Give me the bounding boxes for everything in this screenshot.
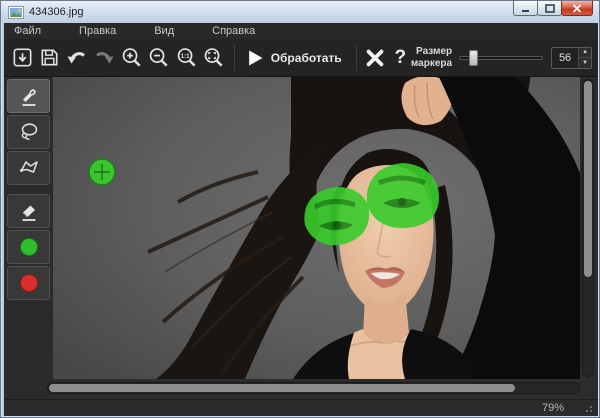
zoom-out-icon	[147, 46, 170, 69]
close-button[interactable]	[561, 1, 593, 16]
red-color-button[interactable]	[7, 266, 50, 300]
zoom-level: 79%	[542, 402, 564, 414]
toolbar: 1:1 Обработать ? Размер	[4, 39, 598, 77]
content-area	[4, 77, 598, 399]
cancel-x-icon	[364, 47, 386, 69]
horizontal-scrollbar-thumb[interactable]	[49, 384, 515, 392]
maximize-button[interactable]	[537, 1, 562, 16]
marker-tool-button[interactable]	[7, 79, 50, 113]
app-window: 434306.jpg Файл Правка Вид Справка	[0, 0, 600, 418]
polygon-lasso-icon	[17, 156, 41, 180]
zoom-in-icon	[120, 46, 143, 69]
open-file-icon	[11, 46, 34, 69]
marker-pen-icon	[17, 84, 41, 108]
process-button[interactable]: Обработать	[241, 48, 350, 68]
svg-text:1:1: 1:1	[180, 53, 190, 60]
zoom-actual-size-button[interactable]: 1:1	[173, 43, 198, 73]
help-button[interactable]: ?	[390, 47, 411, 69]
undo-button[interactable]	[64, 43, 89, 73]
zoom-out-button[interactable]	[146, 43, 171, 73]
menu-edit[interactable]: Правка	[69, 25, 126, 37]
play-icon	[245, 48, 265, 68]
menu-bar: Файл Правка Вид Справка	[4, 23, 598, 39]
resize-grip-icon[interactable]	[583, 403, 593, 413]
eraser-icon	[17, 199, 41, 223]
minimize-button[interactable]	[513, 1, 538, 16]
menu-help[interactable]: Справка	[202, 25, 265, 37]
image-canvas[interactable]	[53, 77, 580, 379]
eraser-tool-button[interactable]	[7, 194, 50, 228]
spin-up-button[interactable]: ▲	[579, 48, 591, 59]
zoom-fit-button[interactable]	[201, 43, 226, 73]
spin-down-button[interactable]: ▼	[579, 58, 591, 68]
menu-view[interactable]: Вид	[144, 25, 184, 37]
title-bar: 434306.jpg	[1, 1, 599, 23]
horizontal-scrollbar[interactable]	[47, 382, 580, 394]
zoom-fit-icon	[202, 46, 225, 69]
toolbar-separator	[234, 45, 235, 71]
marker-size-input[interactable]	[552, 48, 578, 68]
marker-size-slider[interactable]	[459, 50, 543, 66]
marker-size-spinbox: ▲ ▼	[551, 47, 592, 69]
undo-icon	[65, 46, 89, 70]
toolbar-separator	[356, 45, 357, 71]
lasso-icon	[17, 120, 41, 144]
open-file-button[interactable]	[10, 43, 35, 73]
minimize-icon	[521, 4, 531, 13]
green-circle-icon	[17, 235, 41, 259]
close-icon	[572, 4, 582, 13]
cancel-button[interactable]	[363, 43, 388, 73]
vertical-scrollbar[interactable]	[582, 79, 594, 377]
maximize-icon	[545, 4, 555, 13]
tool-sidebar	[4, 77, 53, 399]
redo-button[interactable]	[92, 43, 117, 73]
marker-size-label: Размер маркера	[411, 46, 452, 69]
slider-handle[interactable]	[469, 50, 478, 66]
zoom-in-button[interactable]	[119, 43, 144, 73]
portrait-photo	[53, 77, 580, 379]
save-icon	[38, 46, 61, 69]
zoom-1-1-icon: 1:1	[175, 46, 198, 69]
image-file-icon	[8, 6, 24, 19]
spinner-arrows: ▲ ▼	[578, 48, 591, 68]
green-annotation-dot	[89, 159, 115, 185]
caption-buttons	[514, 1, 593, 16]
window-title: 434306.jpg	[29, 6, 83, 18]
process-button-label: Обработать	[271, 51, 342, 65]
redo-icon	[92, 46, 116, 70]
vertical-scrollbar-thumb[interactable]	[584, 81, 592, 277]
status-bar: 79%	[4, 399, 598, 416]
menu-file[interactable]: Файл	[4, 25, 51, 37]
green-color-button[interactable]	[7, 230, 50, 264]
green-annotation-right-eye	[367, 163, 439, 228]
lasso-tool-button[interactable]	[7, 115, 50, 149]
save-button[interactable]	[37, 43, 62, 73]
marker-size-group: Размер маркера ▲ ▼	[411, 46, 592, 69]
red-circle-icon	[17, 271, 41, 295]
polygon-lasso-tool-button[interactable]	[7, 151, 50, 185]
